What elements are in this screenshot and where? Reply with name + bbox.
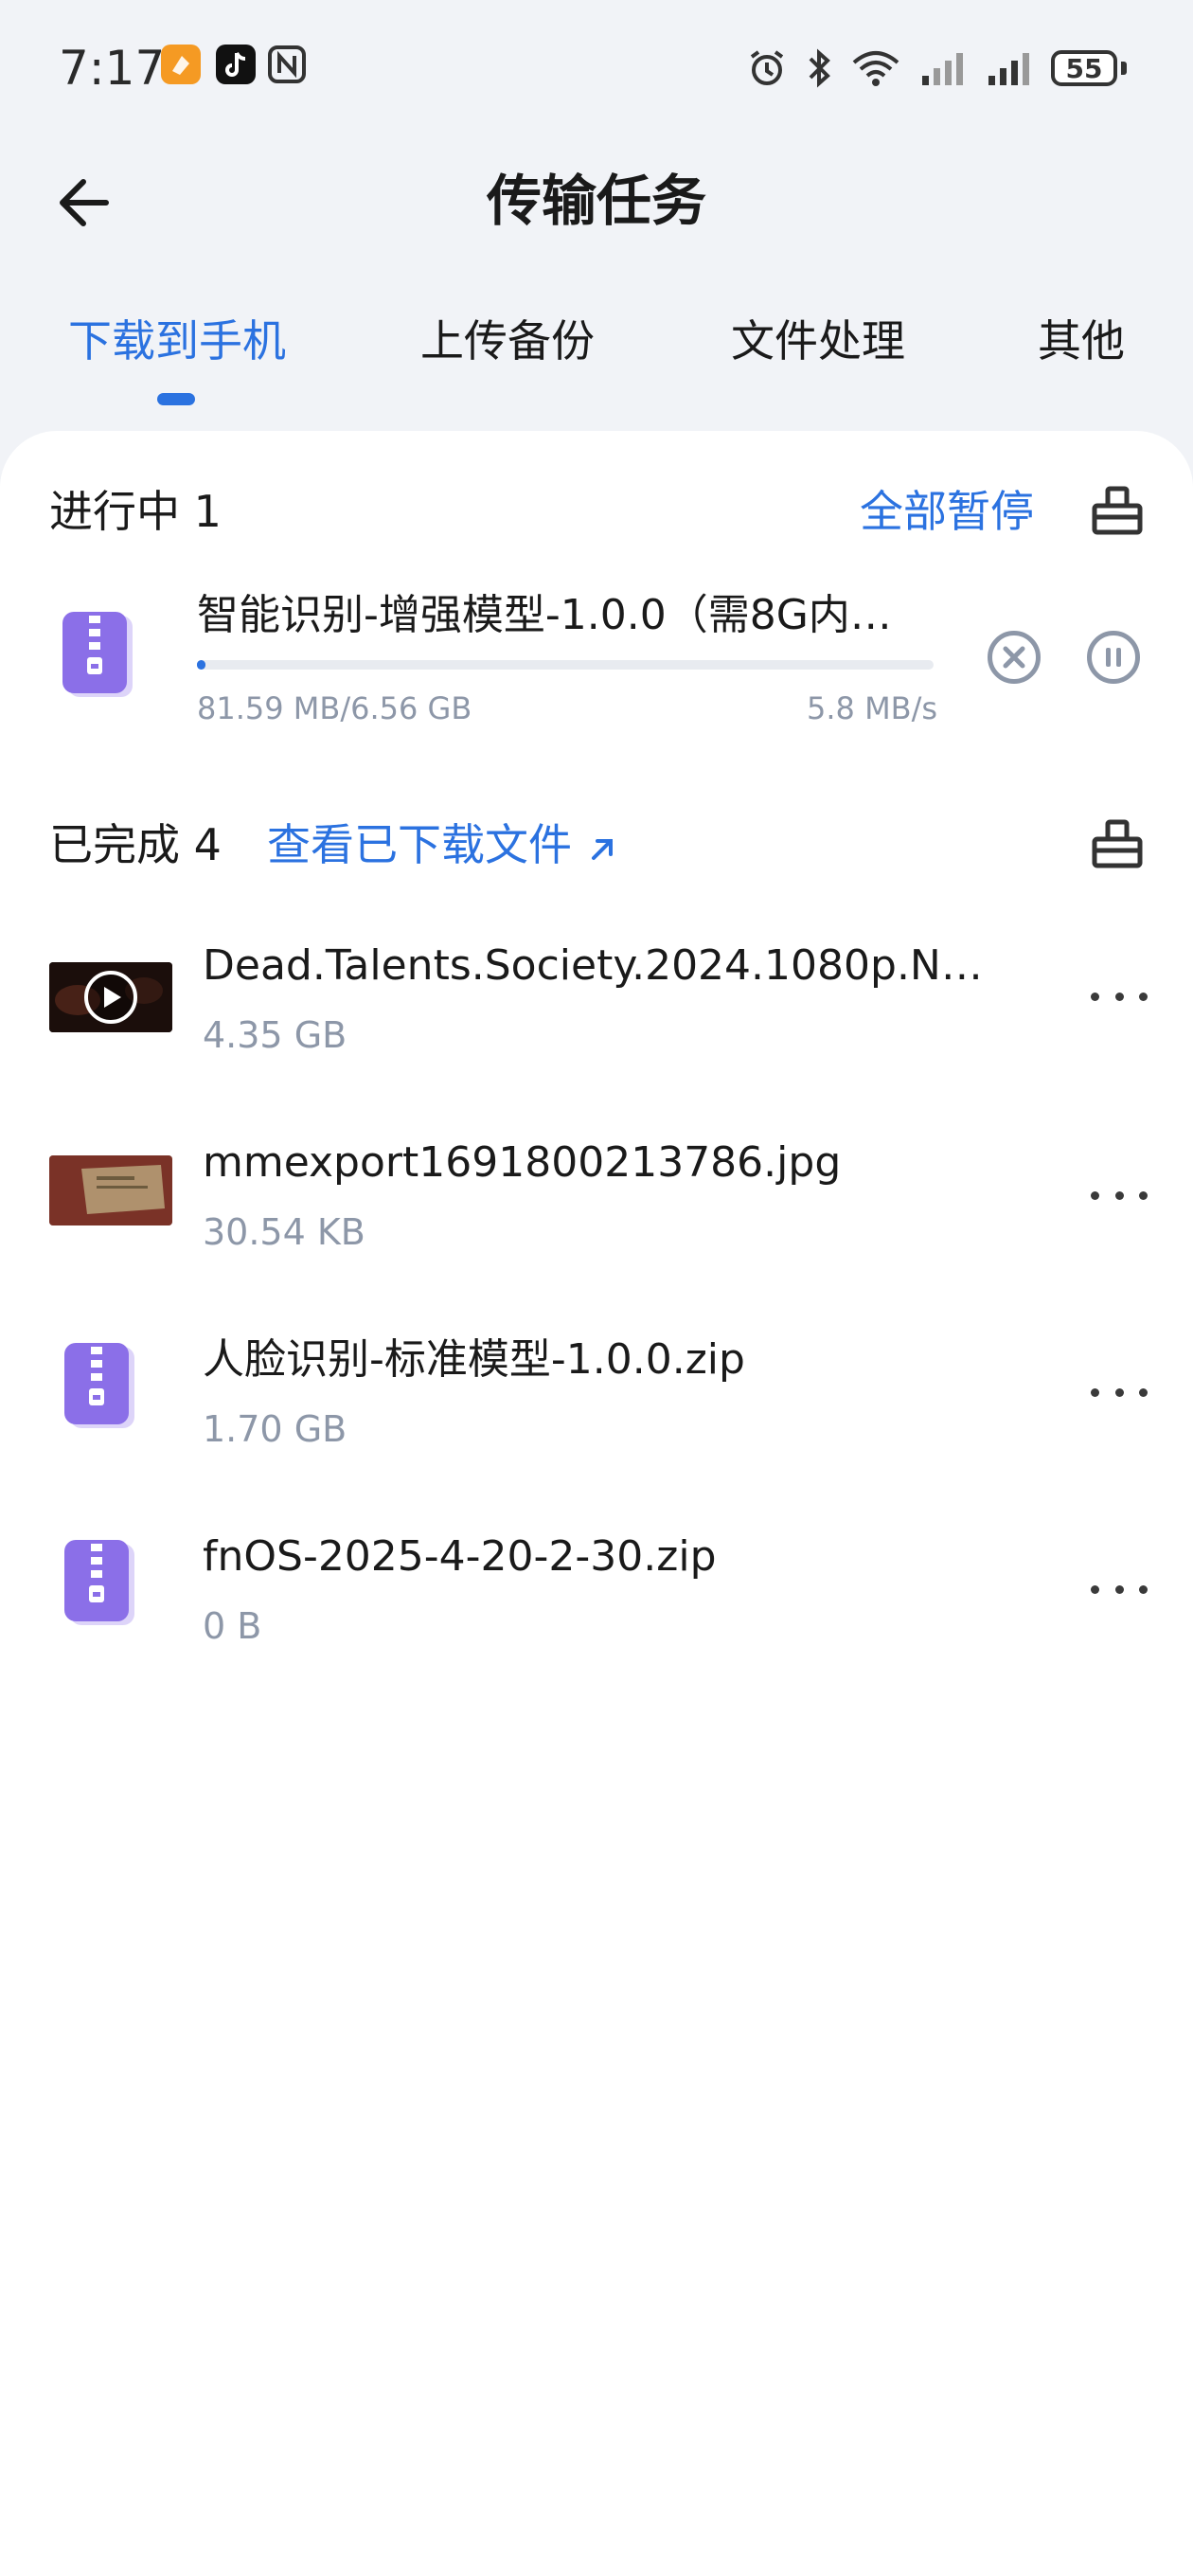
image-thumbnail[interactable] [49, 1155, 172, 1225]
in-progress-label: 进行中 1 [49, 486, 222, 537]
pause-icon [1106, 648, 1121, 667]
alarm-icon [750, 50, 784, 85]
view-downloaded-files-link[interactable]: 查看已下载文件 [267, 814, 620, 875]
zip-file-icon [61, 610, 136, 701]
more-options-button[interactable] [1091, 1383, 1148, 1402]
arrow-up-right-icon [591, 838, 613, 860]
more-options-button[interactable] [1091, 987, 1148, 1006]
cancel-download-button[interactable] [988, 631, 1041, 684]
battery-indicator: 55 [1051, 50, 1117, 86]
zip-file-icon[interactable] [62, 1538, 138, 1629]
zip-file-icon[interactable] [62, 1341, 138, 1432]
more-options-button[interactable] [1091, 1580, 1148, 1599]
completed-file-name[interactable]: mmexport1691800213786.jpg [203, 1135, 841, 1191]
status-icons: 55 [746, 42, 1127, 95]
completed-label: 已完成 4 [49, 819, 222, 870]
tiktok-icon [216, 45, 256, 84]
nfc-icon [267, 45, 307, 84]
broom-icon [1092, 819, 1143, 868]
completed-file-name[interactable]: 人脸识别-标准模型-1.0.0.zip [203, 1332, 745, 1388]
bluetooth-icon [809, 48, 830, 88]
broom-icon [1092, 486, 1143, 535]
clear-completed-button[interactable] [1089, 814, 1146, 871]
completed-file-size: 30.54 KB [203, 1211, 365, 1253]
tab-other[interactable]: 其他 [1038, 311, 1125, 371]
app-notification-icon [161, 45, 201, 84]
tab-upload-backup[interactable]: 上传备份 [420, 311, 595, 371]
completed-file-size: 0 B [203, 1605, 262, 1647]
completed-file-name[interactable]: fnOS-2025-4-20-2-30.zip [203, 1529, 717, 1585]
transfer-list-card [0, 431, 1193, 2576]
view-downloaded-files-label: 查看已下载文件 [267, 819, 572, 870]
download-progress-bar [197, 660, 934, 670]
wifi-icon [852, 51, 899, 86]
video-thumbnail[interactable] [49, 962, 172, 1032]
signal-icon [922, 53, 963, 85]
download-progress-text: 81.59 MB/6.56 GB [197, 690, 472, 726]
completed-file-size: 1.70 GB [203, 1408, 347, 1450]
battery-tip [1121, 62, 1127, 75]
tab-download-to-phone[interactable]: 下载到手机 [68, 311, 286, 371]
pause-download-button[interactable] [1087, 631, 1140, 684]
signal-icon [988, 53, 1029, 85]
completed-file-size: 4.35 GB [203, 1014, 347, 1056]
completed-file-name[interactable]: Dead.Talents.Society.2024.1080p.N… [203, 938, 983, 994]
clear-in-progress-button[interactable] [1089, 481, 1146, 538]
tab-file-processing[interactable]: 文件处理 [731, 311, 905, 371]
pause-all-button[interactable]: 全部暂停 [860, 481, 1034, 542]
downloading-file-name[interactable]: 智能识别-增强模型-1.0.0（需8G内… [197, 587, 892, 644]
close-icon [1003, 646, 1025, 669]
status-time: 7:17 [59, 41, 166, 96]
page-title: 传输任务 [486, 169, 706, 233]
more-options-button[interactable] [1091, 1186, 1148, 1205]
download-speed: 5.8 MB/s [807, 690, 938, 726]
tab-indicator [157, 393, 195, 405]
download-progress-fill [197, 660, 206, 670]
